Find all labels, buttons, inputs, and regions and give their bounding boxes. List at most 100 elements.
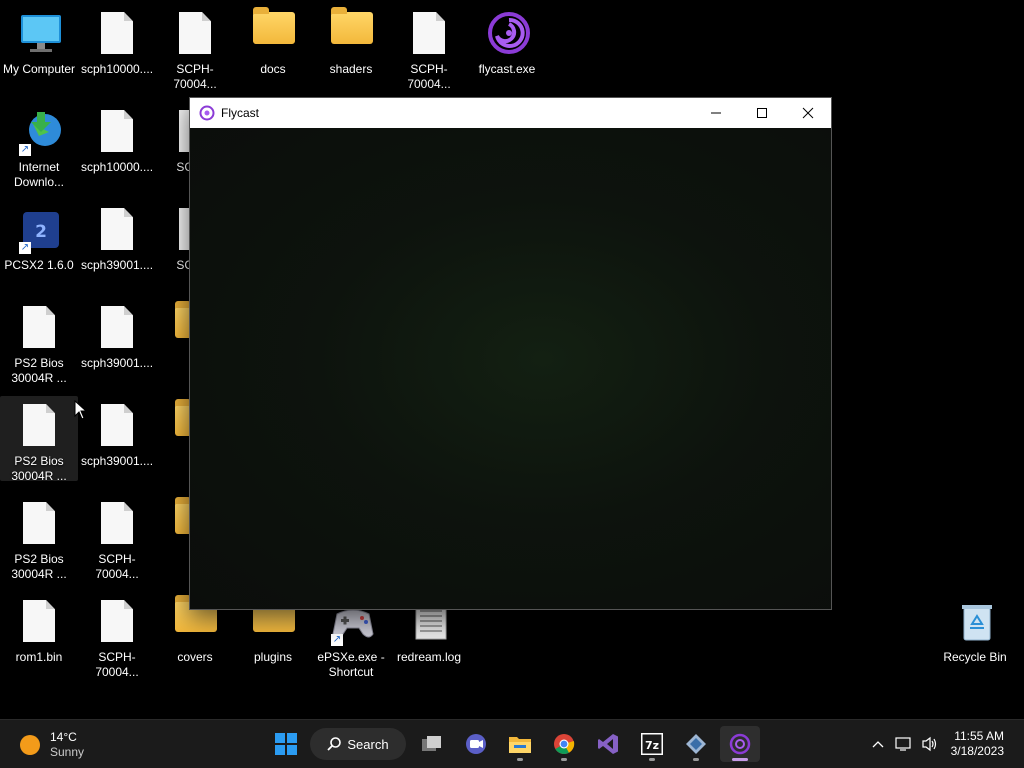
icon-label: flycast.exe xyxy=(478,62,536,76)
search-icon xyxy=(327,737,342,751)
emulator-viewport[interactable] xyxy=(190,128,831,609)
speaker-icon xyxy=(922,736,936,752)
desktop-icon-file[interactable]: PS2 Bios 30004R ... xyxy=(0,494,78,582)
icon-label: SCPH-70004... xyxy=(95,552,139,581)
network-button[interactable] xyxy=(891,731,917,757)
globe-download-icon: ↗ xyxy=(19,110,61,156)
desktop-icon-file[interactable]: SCPH-70004... xyxy=(78,494,156,582)
folder-icon xyxy=(509,737,531,753)
active-indicator xyxy=(732,758,748,761)
weather-widget[interactable]: 14°C Sunny xyxy=(20,730,84,760)
icon-label: SCPH-70004... xyxy=(407,62,451,91)
icon-label: docs xyxy=(260,62,286,76)
flycast-window[interactable]: Flycast xyxy=(189,97,832,610)
file-icon xyxy=(23,404,55,446)
desktop-icon-folder-shaders[interactable]: shaders xyxy=(312,4,390,77)
desktop-icon-internet-download-manager[interactable]: ↗ Internet Downlo... xyxy=(0,102,78,190)
taskbar-clock[interactable]: 11:55 AM 3/18/2023 xyxy=(943,729,1024,759)
file-icon xyxy=(101,306,133,348)
desktop-icon-file-selected[interactable]: PS2 Bios 30004R ... xyxy=(0,396,78,483)
7zip-icon: 7z xyxy=(641,733,663,755)
file-icon xyxy=(101,502,133,544)
meet-button[interactable] xyxy=(456,726,496,762)
chevron-up-icon xyxy=(872,741,884,748)
desktop-icon-flycast[interactable]: flycast.exe xyxy=(468,4,546,77)
running-indicator xyxy=(649,758,655,761)
icon-label: rom1.bin xyxy=(15,650,63,664)
desktop-icon-file[interactable]: scph10000.... xyxy=(78,4,156,77)
weather-temp: 14°C xyxy=(50,730,77,744)
task-view-icon xyxy=(422,736,441,751)
icon-label: scph39001.... xyxy=(80,454,154,468)
desktop-icon-file[interactable]: rom1.bin xyxy=(0,592,78,665)
desktop-icon-file[interactable]: scph10000.... xyxy=(78,102,156,175)
file-icon xyxy=(23,502,55,544)
shortcut-arrow-icon: ↗ xyxy=(19,242,31,254)
visual-studio-icon xyxy=(598,734,618,754)
clock-time: 11:55 AM xyxy=(954,729,1004,743)
video-chat-icon xyxy=(466,734,486,754)
file-icon xyxy=(101,404,133,446)
system-tray: 11:55 AM 3/18/2023 xyxy=(865,720,1024,768)
mouse-cursor-icon xyxy=(74,400,88,420)
running-indicator xyxy=(693,758,699,761)
close-icon xyxy=(802,107,814,119)
icon-label: PS2 Bios 30004R ... xyxy=(11,552,67,581)
icon-label: scph39001.... xyxy=(80,258,154,272)
pcsx2-icon: 2 ↗ xyxy=(19,208,59,254)
icon-label: PS2 Bios 30004R ... xyxy=(11,454,67,483)
sun-icon xyxy=(20,735,40,755)
file-explorer-button[interactable] xyxy=(500,726,540,762)
shortcut-arrow-icon: ↗ xyxy=(331,634,343,646)
icon-label: plugins xyxy=(253,650,293,664)
desktop-icon-folder-docs[interactable]: docs xyxy=(234,4,312,77)
desktop-icon-recycle-bin[interactable]: Recycle Bin xyxy=(936,592,1014,665)
show-hidden-icons-button[interactable] xyxy=(865,731,891,757)
minimize-icon xyxy=(711,112,721,114)
icon-label: Recycle Bin xyxy=(943,650,1007,664)
search-label: Search xyxy=(347,736,389,752)
file-icon xyxy=(23,600,55,642)
weather-condition: Sunny xyxy=(50,745,85,759)
icon-label: shaders xyxy=(329,62,373,76)
7zip-button[interactable]: 7z xyxy=(632,726,672,762)
network-icon xyxy=(895,737,911,751)
close-button[interactable] xyxy=(785,98,831,128)
folder-icon xyxy=(331,7,373,44)
flycast-icon xyxy=(199,105,215,121)
icon-label: SCPH-70004... xyxy=(173,62,217,91)
minimize-button[interactable] xyxy=(693,98,739,128)
running-indicator xyxy=(561,758,567,761)
file-icon xyxy=(413,12,445,54)
desktop-icon-file[interactable]: scph39001.... xyxy=(78,298,156,371)
desktop-icon-file[interactable]: PS2 Bios 30004R ... xyxy=(0,298,78,386)
desktop-icon-file[interactable]: scph39001.... xyxy=(78,396,156,469)
desktop-icon-file[interactable]: SCPH-70004... xyxy=(390,4,468,92)
clock-date: 3/18/2023 xyxy=(950,744,1004,758)
desktop-icon-my-computer[interactable]: My Computer xyxy=(0,4,78,77)
volume-button[interactable] xyxy=(917,731,943,757)
flycast-icon xyxy=(487,12,530,58)
desktop-icon-pcsx2[interactable]: 2 ↗ PCSX2 1.6.0 xyxy=(0,200,78,273)
visual-studio-button[interactable] xyxy=(588,726,628,762)
desktop-icon-file[interactable]: scph39001.... xyxy=(78,200,156,273)
desktop-icon-file[interactable]: SCPH-70004... xyxy=(156,4,234,92)
start-button[interactable] xyxy=(266,726,306,762)
flycast-taskbar-button[interactable] xyxy=(720,726,760,762)
recycle-bin-icon xyxy=(955,600,995,646)
app-button[interactable] xyxy=(676,726,716,762)
desktop-icon-file[interactable]: SCPH-70004... xyxy=(78,592,156,680)
svg-text:7z: 7z xyxy=(645,739,659,752)
file-icon xyxy=(179,12,211,54)
taskbar-search-button[interactable]: Search xyxy=(310,728,406,760)
maximize-button[interactable] xyxy=(739,98,785,128)
icon-label: scph39001.... xyxy=(80,356,154,370)
icon-label: ePSXe.exe - Shortcut xyxy=(317,650,385,679)
monitor-icon xyxy=(19,12,61,58)
task-view-button[interactable] xyxy=(412,726,452,762)
chrome-button[interactable] xyxy=(544,726,584,762)
running-indicator xyxy=(517,758,523,761)
diamond-app-icon xyxy=(686,734,706,754)
window-titlebar[interactable]: Flycast xyxy=(190,98,831,128)
icon-label: covers xyxy=(177,650,213,664)
